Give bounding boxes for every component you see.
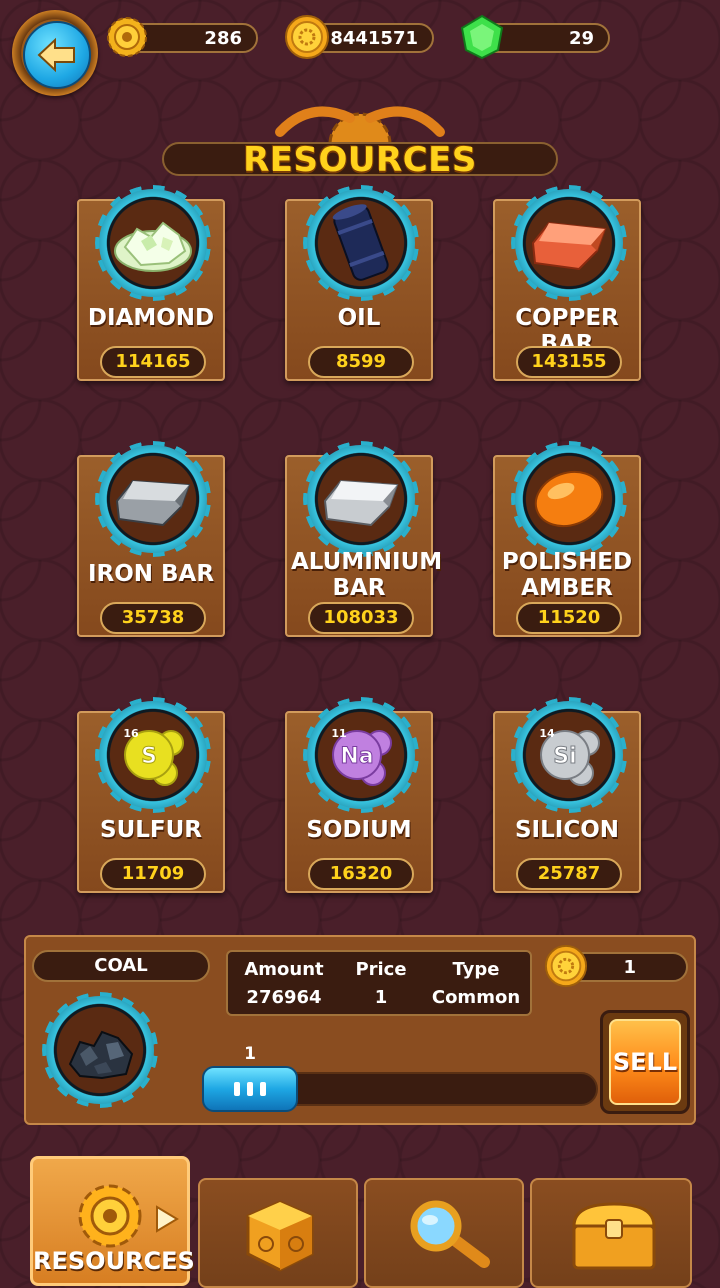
selected-item-name: COAL (32, 950, 210, 982)
resource-amount: 16320 (308, 858, 414, 890)
resource-card[interactable]: COPPER BAR 143155 (493, 185, 641, 381)
resource-amount: 108033 (308, 602, 414, 634)
svg-text:Na: Na (340, 744, 373, 769)
gear-icon (78, 1184, 142, 1248)
item-info-box: Amount 276964 Price 1 Type Common (226, 950, 532, 1016)
copper-bar-icon (515, 189, 623, 297)
arrow-right-icon (156, 1205, 179, 1233)
magnifier-icon (410, 1200, 490, 1268)
resource-name: POLISHED AMBER (501, 549, 633, 601)
svg-text:S: S (141, 744, 157, 769)
resource-card[interactable]: ALUMINIUM BAR 108033 (285, 441, 443, 637)
resource-name: ALUMINIUM BAR (291, 549, 443, 601)
resource-card[interactable]: Si 14 SILICON 25787 (493, 697, 641, 893)
page-title: RESOURCES (243, 140, 477, 180)
resource-name: OIL (337, 305, 381, 331)
resource-card[interactable]: IRON BAR 35738 (77, 441, 225, 637)
resource-amount: 8599 (308, 346, 414, 378)
type-value: Common (431, 987, 521, 1008)
iron-bar-icon (99, 445, 207, 553)
sell-button[interactable]: SELL (600, 1010, 690, 1114)
resource-name: IRON BAR (87, 561, 215, 587)
amount-value: 276964 (246, 987, 322, 1008)
coin-icon (544, 944, 588, 988)
resource-card[interactable]: OIL 8599 (285, 185, 433, 381)
svg-text:Si: Si (553, 744, 576, 769)
tab-resources[interactable]: RESOURCES (30, 1156, 195, 1286)
resource-amount: 35738 (100, 602, 206, 634)
amount-label: Amount (244, 959, 324, 980)
coal-icon (68, 1030, 134, 1080)
grip-icon (234, 1082, 266, 1096)
oil-barrel-icon (307, 189, 415, 297)
resource-name: SILICON (514, 817, 620, 843)
type-label: Type (452, 959, 500, 980)
cube-icon (246, 1200, 314, 1272)
quantity-slider-handle[interactable] (202, 1066, 298, 1112)
coal-item (40, 990, 160, 1110)
resource-card[interactable]: S 16 SULFUR 11709 (77, 697, 225, 893)
sulfur-icon: S 16 (99, 701, 207, 809)
resource-amount: 143155 (516, 346, 622, 378)
tab-crafting[interactable] (198, 1178, 358, 1288)
resource-name: DIAMOND (87, 305, 215, 331)
aluminium-bar-icon (307, 445, 415, 553)
svg-text:11: 11 (331, 727, 346, 740)
price-value: 1 (374, 987, 388, 1008)
svg-text:16: 16 (123, 727, 139, 740)
resource-amount: 11709 (100, 858, 206, 890)
tab-chest[interactable] (530, 1178, 692, 1288)
coin-icon (285, 15, 329, 59)
tab-resources-label: RESOURCES (33, 1247, 195, 1275)
slider-value-label: 1 (244, 1044, 256, 1064)
sell-total-value: 1 (623, 957, 636, 978)
svg-text:14: 14 (539, 727, 555, 740)
back-arrow-icon (37, 37, 75, 73)
resource-name: SULFUR (100, 817, 202, 843)
gear-icon (107, 17, 147, 57)
resource-amount: 114165 (100, 346, 206, 378)
sell-button-label: SELL (609, 1019, 681, 1105)
amber-icon (515, 445, 623, 553)
price-label: Price (355, 959, 407, 980)
resource-amount: 11520 (516, 602, 622, 634)
coins-value: 8441571 (330, 28, 418, 49)
sodium-icon: Na 11 (307, 701, 415, 809)
gem-icon (460, 14, 504, 60)
resource-name: SODIUM (306, 817, 412, 843)
gears-value: 286 (204, 28, 242, 49)
diamond-icon (99, 189, 207, 297)
silicon-icon: Si 14 (515, 701, 623, 809)
resource-amount: 25787 (516, 858, 622, 890)
resource-card[interactable]: DIAMOND 114165 (77, 185, 225, 381)
back-button[interactable] (12, 10, 98, 96)
tab-search[interactable] (364, 1178, 524, 1288)
resource-card[interactable]: Na 11 SODIUM 16320 (285, 697, 433, 893)
chest-icon (572, 1202, 656, 1270)
gems-value: 29 (568, 28, 594, 49)
resource-card[interactable]: POLISHED AMBER 11520 (493, 441, 641, 637)
